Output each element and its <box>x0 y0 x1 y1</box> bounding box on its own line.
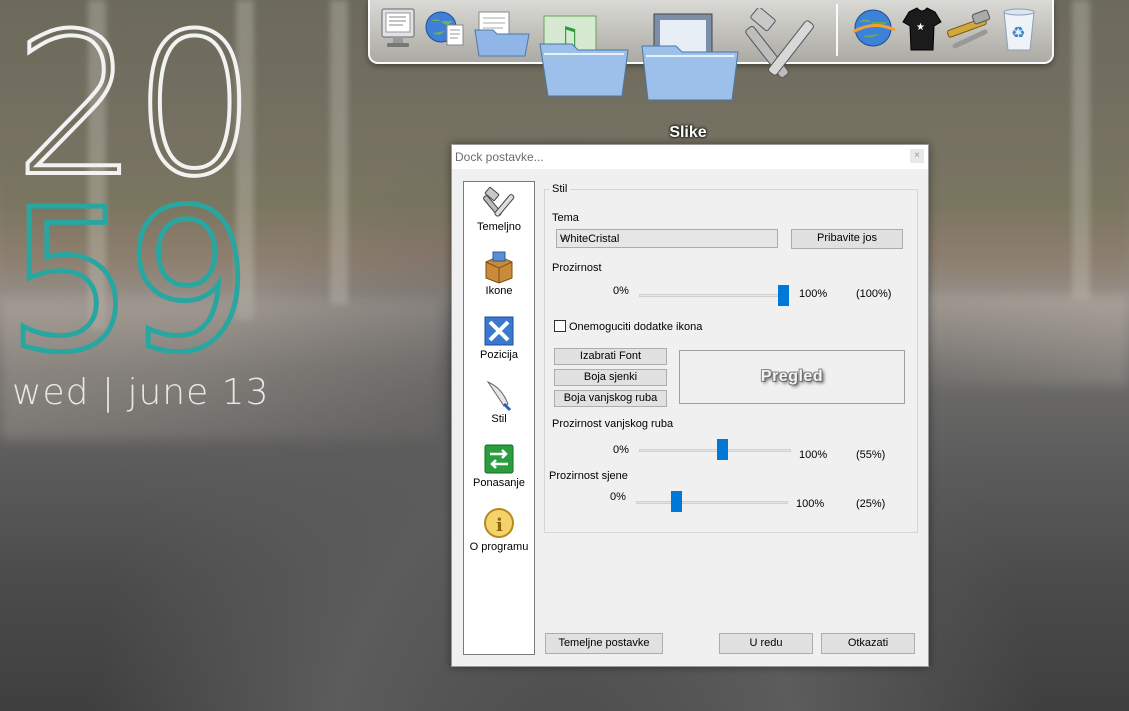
dialog-titlebar[interactable]: Dock postavke... × <box>452 145 928 169</box>
wallpaper-pole <box>330 0 348 305</box>
border-transparency-slider-thumb[interactable] <box>716 439 728 460</box>
switch-arrows-icon <box>484 444 514 474</box>
dock-computer-icon[interactable] <box>378 6 418 52</box>
dock-hover-label: Slike <box>669 124 707 141</box>
clock-minutes: 59 <box>5 168 253 396</box>
sidebar-item-stil[interactable]: Stil <box>464 378 534 425</box>
transparency-max-label: 100% <box>799 288 828 300</box>
get-more-themes-button[interactable]: Pribavite jos <box>791 229 903 249</box>
dialog-title: Dock postavke... <box>455 150 544 164</box>
dock-network-globe-icon[interactable] <box>850 6 898 52</box>
dock-pictures-folder-icon[interactable] <box>638 10 742 102</box>
shadow-color-button[interactable]: Boja sjenki <box>554 369 667 386</box>
sidebar-item-label: Temeljno <box>476 221 522 233</box>
cancel-button[interactable]: Otkazati <box>821 633 915 654</box>
border-transparency-label: Prozirnost vanjskog ruba <box>552 418 674 430</box>
ok-button[interactable]: U redu <box>719 633 813 654</box>
theme-select[interactable]: WhiteCristal ⌵ <box>556 229 778 248</box>
dock-settings-dialog: Dock postavke... × Temeljno Ikone Pozici… <box>451 144 929 667</box>
sidebar-item-o-programu[interactable]: i O programu <box>464 506 534 553</box>
disable-icon-addons-label[interactable]: Onemoguciti dodatke ikona <box>569 321 702 333</box>
sidebar-item-label: Stil <box>491 413 507 425</box>
chevron-down-icon: ⌵ <box>560 231 569 243</box>
box-icon <box>485 251 513 284</box>
defaults-button[interactable]: Temeljne postavke <box>545 633 663 654</box>
dock-tshirt-icon[interactable]: ★ <box>900 6 944 52</box>
info-icon: i <box>484 508 514 538</box>
shadow-transparency-slider-thumb[interactable] <box>671 491 683 512</box>
style-preview: Pregled <box>679 350 905 404</box>
sidebar-item-ponasanje[interactable]: Ponasanje <box>464 442 534 489</box>
dock-music-folder-icon[interactable]: ♫ <box>538 10 630 98</box>
dock-tools-icon[interactable] <box>744 8 820 86</box>
close-button[interactable]: × <box>910 149 924 163</box>
theme-label: Tema <box>552 212 579 224</box>
svg-text:i: i <box>496 515 503 536</box>
sidebar-item-label: Ikone <box>485 285 513 297</box>
settings-category-list: Temeljno Ikone Pozicija Stil Ponasanje i… <box>463 181 535 655</box>
disable-icon-addons-checkbox[interactable] <box>554 320 566 332</box>
dock-separator <box>836 4 838 56</box>
sidebar-item-label: Pozicija <box>480 349 518 361</box>
dock-hammer-wrench-icon[interactable] <box>944 6 996 52</box>
preview-text: Pregled <box>760 368 824 385</box>
sidebar-item-ikone[interactable]: Ikone <box>464 250 534 297</box>
border-transparency-max-label: 100% <box>799 449 828 461</box>
transparency-slider-thumb[interactable] <box>778 285 789 306</box>
shadow-transparency-value: (25%) <box>856 498 886 510</box>
shadow-transparency-label: Prozirnost sjene <box>549 470 628 482</box>
transparency-slider-track[interactable] <box>639 294 789 297</box>
border-transparency-min-label: 0% <box>613 444 629 456</box>
border-transparency-slider-track[interactable] <box>639 449 791 452</box>
wallpaper-pole <box>1072 0 1090 300</box>
arrows-icon <box>484 316 514 346</box>
transparency-label: Prozirnost <box>552 262 602 274</box>
border-transparency-value: (55%) <box>856 449 886 461</box>
svg-text:♻: ♻ <box>1011 23 1025 42</box>
group-title: Stil <box>549 183 571 195</box>
shadow-transparency-max-label: 100% <box>796 498 825 510</box>
choose-font-button[interactable]: Izabrati Font <box>554 348 667 365</box>
dock-recycle-bin-icon[interactable]: ♻ <box>998 6 1040 54</box>
dock-globe-document-icon[interactable] <box>422 6 468 52</box>
sidebar-item-pozicija[interactable]: Pozicija <box>464 314 534 361</box>
dock-documents-folder-icon[interactable] <box>472 8 532 58</box>
sidebar-item-label: O programu <box>469 541 529 553</box>
transparency-min-label: 0% <box>613 285 629 297</box>
shadow-transparency-slider-track[interactable] <box>636 501 788 504</box>
transparency-value: (100%) <box>856 288 892 300</box>
tools-icon <box>483 186 515 217</box>
sidebar-item-temeljno[interactable]: Temeljno <box>464 186 534 233</box>
shadow-transparency-min-label: 0% <box>610 491 626 503</box>
svg-text:★: ★ <box>916 22 925 33</box>
clock-date: wed | june 13 <box>12 372 270 413</box>
sidebar-item-label: Ponasanje <box>473 477 525 489</box>
quill-icon <box>486 380 512 412</box>
border-color-button[interactable]: Boja vanjskog ruba <box>554 390 667 407</box>
